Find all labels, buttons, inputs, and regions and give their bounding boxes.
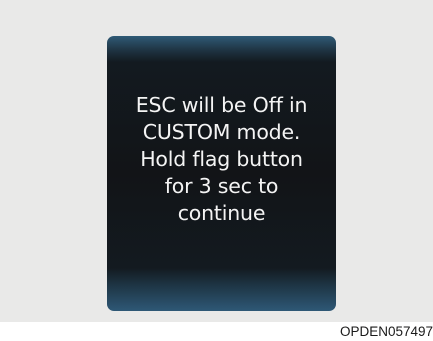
cluster-display-screen: ESC will be Off in CUSTOM mode. Hold fla… bbox=[107, 36, 336, 311]
message-line-1: ESC will be Off in bbox=[135, 93, 308, 117]
message-line-3: Hold flag button bbox=[140, 147, 303, 171]
message-line-2: CUSTOM mode. bbox=[142, 120, 301, 144]
figure-code: OPDEN057497 bbox=[339, 324, 433, 339]
message-line-4: for 3 sec to bbox=[164, 174, 279, 198]
message-line-5: continue bbox=[177, 201, 266, 225]
esc-off-warning-message: ESC will be Off in CUSTOM mode. Hold fla… bbox=[107, 92, 336, 227]
